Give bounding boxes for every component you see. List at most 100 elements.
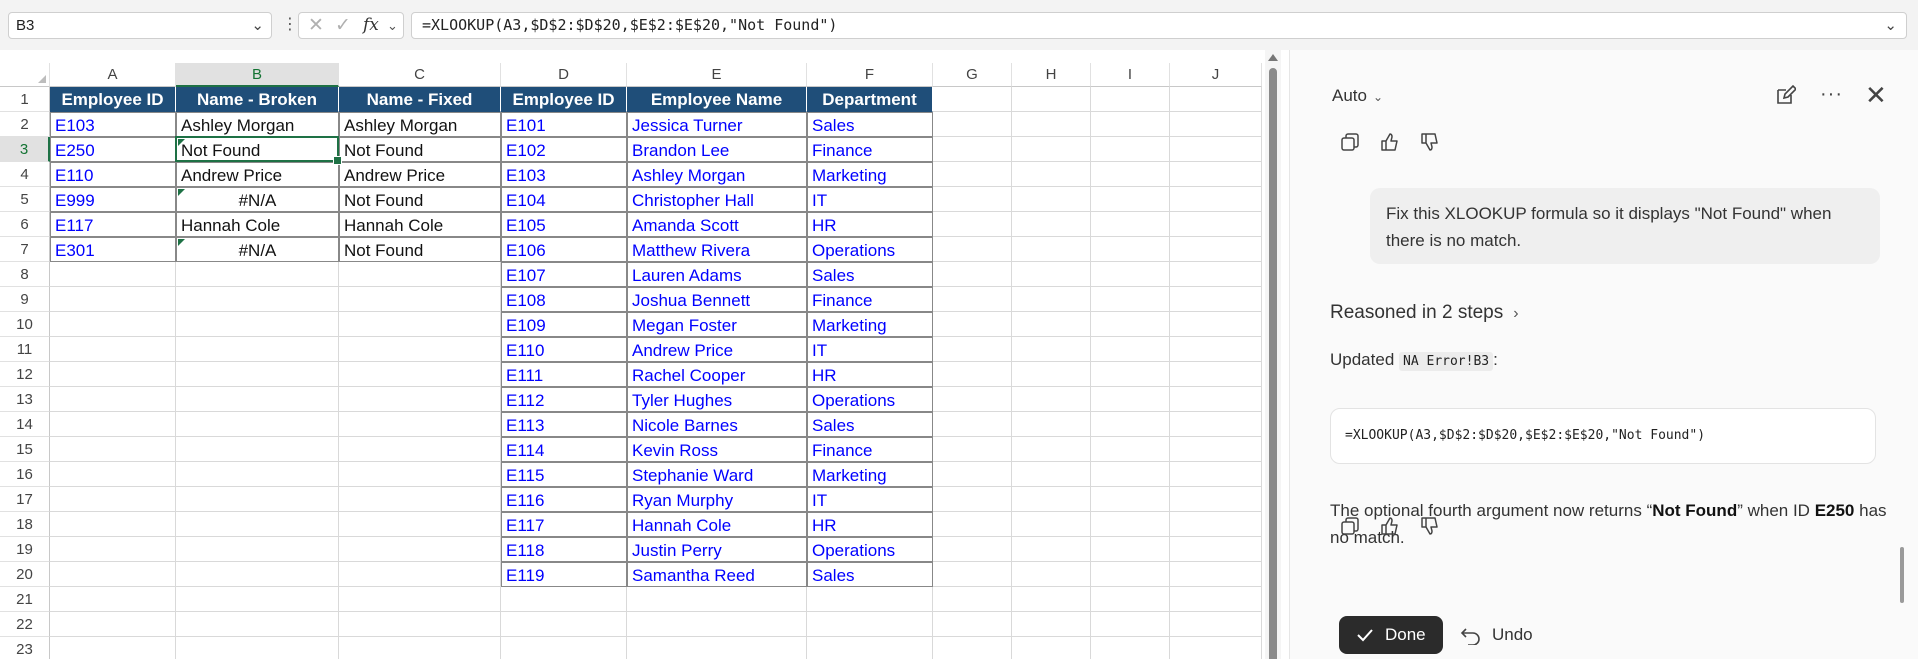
cell[interactable] — [176, 462, 339, 487]
cell[interactable] — [1012, 187, 1091, 212]
lookup-id-cell[interactable]: E250 — [50, 137, 176, 162]
table-id-cell[interactable]: E119 — [501, 562, 627, 587]
table-id-cell[interactable]: E116 — [501, 487, 627, 512]
cell[interactable] — [339, 587, 501, 612]
column-header-f[interactable]: F — [807, 63, 933, 87]
cell[interactable] — [1170, 212, 1262, 237]
cell[interactable] — [50, 587, 176, 612]
row-header-23[interactable]: 23 — [0, 637, 50, 659]
cell[interactable] — [933, 262, 1012, 287]
cell[interactable] — [50, 487, 176, 512]
cell[interactable] — [1170, 537, 1262, 562]
table-department-cell[interactable]: Sales — [807, 112, 933, 137]
chevron-down-icon[interactable]: ⌄ — [251, 13, 264, 38]
table-department-cell[interactable]: HR — [807, 362, 933, 387]
name-broken-cell[interactable]: Andrew Price — [176, 162, 339, 187]
cell[interactable] — [933, 537, 1012, 562]
cell[interactable] — [1170, 162, 1262, 187]
cell[interactable] — [933, 312, 1012, 337]
cell[interactable] — [1012, 287, 1091, 312]
name-box[interactable]: B3 ⌄ — [8, 12, 272, 39]
table-id-cell[interactable]: E115 — [501, 462, 627, 487]
cell[interactable] — [176, 587, 339, 612]
row-header-13[interactable]: 13 — [0, 387, 50, 412]
name-broken-cell[interactable]: #N/A — [176, 187, 339, 212]
cell[interactable] — [1091, 412, 1170, 437]
cell[interactable] — [176, 362, 339, 387]
cell[interactable] — [339, 287, 501, 312]
cell[interactable] — [1091, 162, 1170, 187]
row-header-10[interactable]: 10 — [0, 312, 50, 337]
table-id-cell[interactable]: E110 — [501, 337, 627, 362]
cell[interactable] — [50, 262, 176, 287]
cell[interactable] — [1170, 312, 1262, 337]
cell[interactable] — [1012, 537, 1091, 562]
cell[interactable] — [1012, 312, 1091, 337]
chevron-down-icon[interactable]: ⌄ — [387, 13, 398, 38]
cell[interactable] — [1091, 187, 1170, 212]
cell[interactable] — [1170, 612, 1262, 637]
scroll-up-icon[interactable] — [1268, 54, 1278, 61]
cell[interactable] — [50, 287, 176, 312]
table-id-cell[interactable]: E118 — [501, 537, 627, 562]
cell[interactable] — [1170, 187, 1262, 212]
cell[interactable] — [1012, 212, 1091, 237]
cell[interactable] — [339, 312, 501, 337]
cell[interactable] — [1091, 612, 1170, 637]
cell[interactable] — [933, 337, 1012, 362]
column-header-h[interactable]: H — [1012, 63, 1091, 87]
table-department-cell[interactable]: IT — [807, 487, 933, 512]
cell[interactable] — [1091, 237, 1170, 262]
cell[interactable] — [176, 437, 339, 462]
cell[interactable] — [1012, 562, 1091, 587]
cell[interactable] — [933, 562, 1012, 587]
cell[interactable] — [50, 612, 176, 637]
cell[interactable] — [1091, 587, 1170, 612]
cell[interactable] — [50, 537, 176, 562]
cell[interactable] — [807, 612, 933, 637]
table-department-cell[interactable]: Finance — [807, 287, 933, 312]
table-department-cell[interactable]: IT — [807, 337, 933, 362]
table-name-cell[interactable]: Nicole Barnes — [627, 412, 807, 437]
lookup-id-cell[interactable]: E117 — [50, 212, 176, 237]
row-header-21[interactable]: 21 — [0, 587, 50, 612]
thumbs-up-icon[interactable] — [1378, 130, 1402, 154]
cell[interactable] — [339, 337, 501, 362]
cell[interactable] — [50, 462, 176, 487]
cell[interactable] — [1170, 587, 1262, 612]
lookup-id-cell[interactable]: E103 — [50, 112, 176, 137]
cell[interactable] — [933, 512, 1012, 537]
table-department-cell[interactable]: Marketing — [807, 162, 933, 187]
cell[interactable] — [933, 437, 1012, 462]
cell[interactable] — [1091, 87, 1170, 112]
table-name-cell[interactable]: Hannah Cole — [627, 512, 807, 537]
cell[interactable] — [1170, 112, 1262, 137]
table-id-cell[interactable]: E114 — [501, 437, 627, 462]
cell[interactable] — [50, 312, 176, 337]
cell[interactable] — [627, 587, 807, 612]
cell[interactable] — [1091, 112, 1170, 137]
cell[interactable] — [1012, 137, 1091, 162]
cell[interactable] — [339, 537, 501, 562]
vertical-scrollbar[interactable] — [1265, 50, 1281, 659]
row-header-11[interactable]: 11 — [0, 337, 50, 362]
cell[interactable] — [339, 487, 501, 512]
cell[interactable] — [1091, 362, 1170, 387]
cell[interactable] — [1091, 312, 1170, 337]
cell[interactable] — [1170, 337, 1262, 362]
name-fixed-cell[interactable]: Not Found — [339, 237, 501, 262]
table-name-cell[interactable]: Justin Perry — [627, 537, 807, 562]
table-department-cell[interactable]: Operations — [807, 387, 933, 412]
table-name-cell[interactable]: Amanda Scott — [627, 212, 807, 237]
cell[interactable] — [1091, 637, 1170, 659]
cell[interactable] — [1170, 437, 1262, 462]
table-department-cell[interactable]: HR — [807, 212, 933, 237]
cell[interactable] — [339, 412, 501, 437]
formula-input[interactable]: =XLOOKUP(A3,$D$2:$D$20,$E$2:$E$20,"Not F… — [411, 12, 1907, 39]
row-header-1[interactable]: 1 — [0, 87, 50, 112]
cell[interactable] — [933, 87, 1012, 112]
cell[interactable] — [627, 637, 807, 659]
table-name-cell[interactable]: Joshua Bennett — [627, 287, 807, 312]
row-header-3[interactable]: 3 — [0, 137, 50, 162]
table-header-cell[interactable]: Employee ID — [501, 87, 627, 112]
